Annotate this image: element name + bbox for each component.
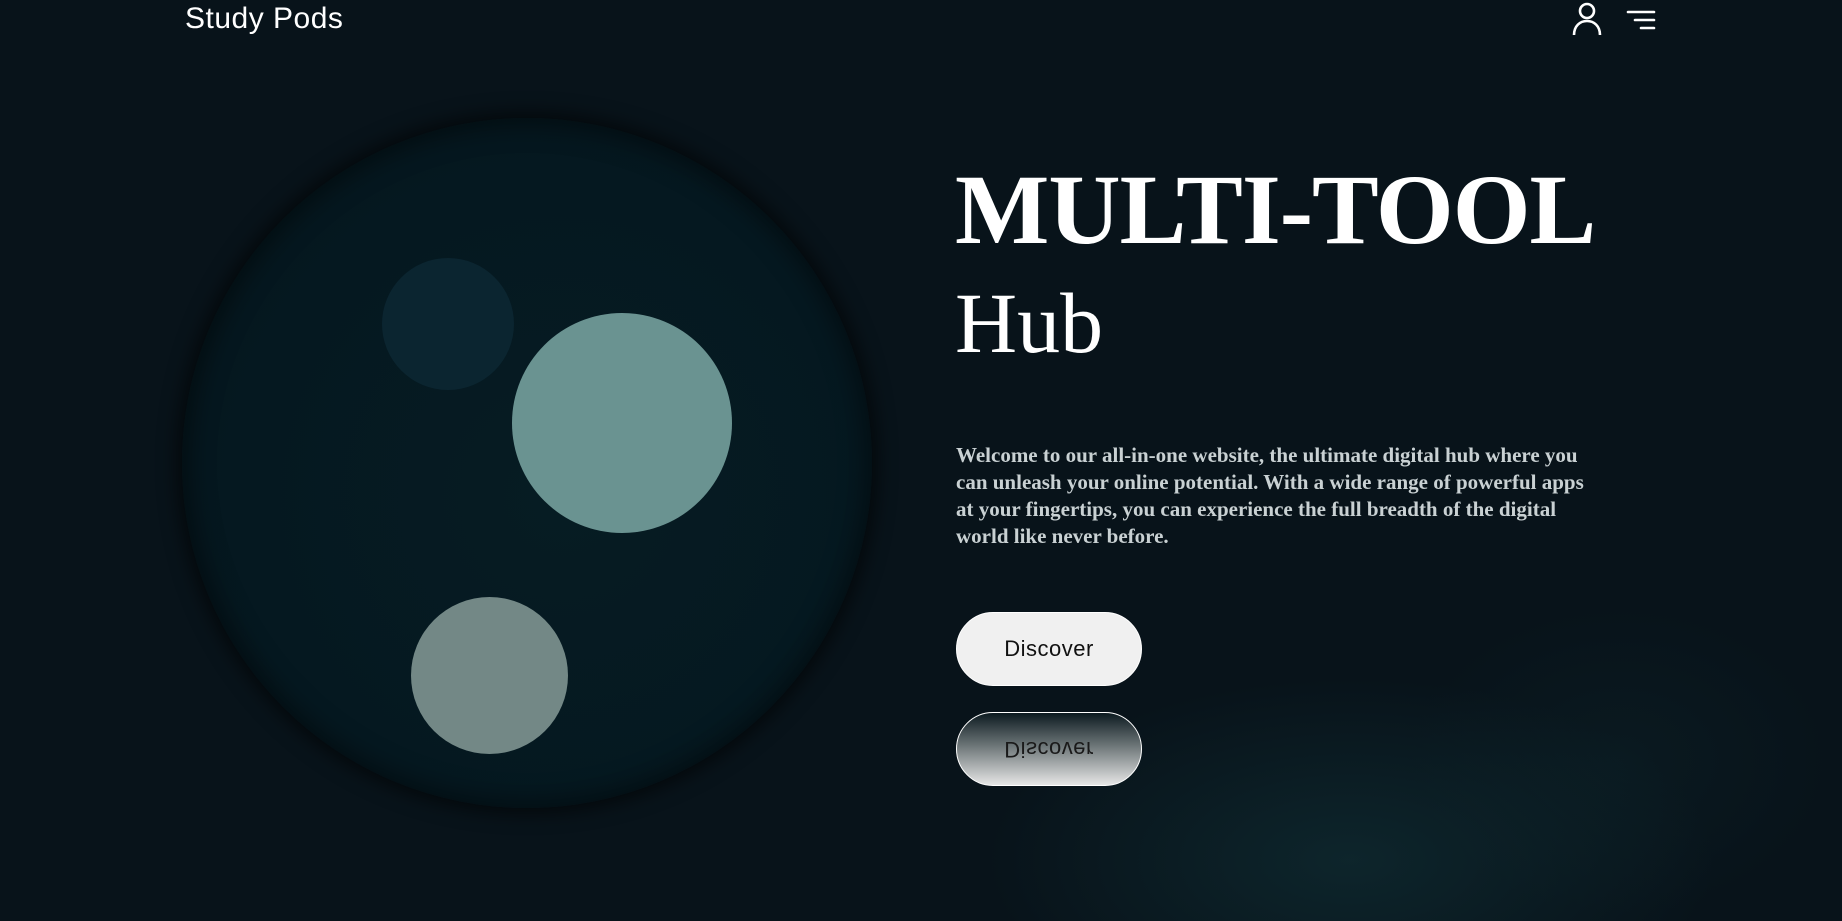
menu-icon[interactable]	[1625, 2, 1657, 36]
header-actions	[1571, 2, 1657, 36]
hero-description: Welcome to our all-in-one website, the u…	[956, 443, 1584, 548]
discover-button-label: Discover	[1004, 636, 1094, 661]
discover-reflection-label: Discover	[1004, 737, 1094, 762]
user-icon[interactable]	[1571, 2, 1603, 36]
discover-button[interactable]: Discover	[956, 612, 1142, 686]
landing-page: Study Pods MULTI-TOOL Hub Welcome to our…	[0, 0, 1842, 921]
hero-subtitle: Hub	[955, 275, 1104, 371]
decorative-dot-medium	[411, 597, 568, 754]
decorative-dot-large	[512, 313, 732, 533]
discover-button-reflection: Discover	[956, 712, 1142, 786]
brand-logo[interactable]: Study Pods	[185, 2, 343, 36]
decorative-dot-small	[382, 258, 514, 390]
hero-title: MULTI-TOOL	[955, 154, 1596, 265]
